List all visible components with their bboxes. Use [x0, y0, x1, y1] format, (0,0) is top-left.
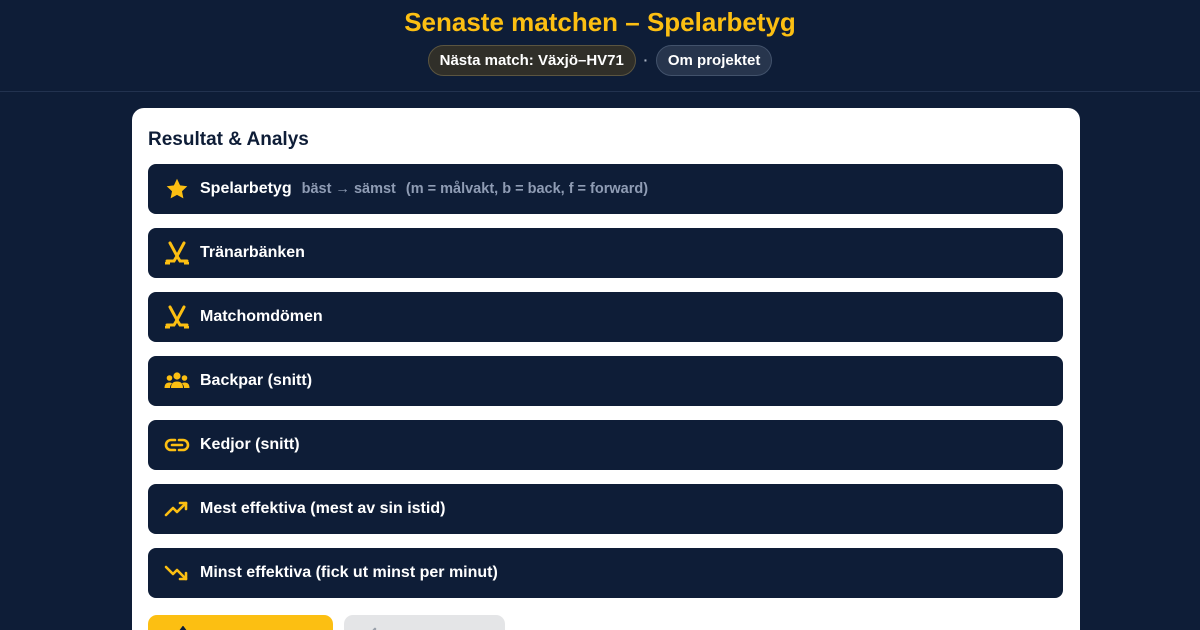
section-player-ratings[interactable]: Spelarbetyg bäst → sämst (m = målvakt, b… [148, 164, 1063, 214]
section-label: Matchomdömen [200, 308, 323, 325]
page-title: Senaste matchen – Spelarbetyg [404, 7, 796, 37]
page-header: Senaste matchen – Spelarbetyg Nästa matc… [0, 0, 1200, 92]
hockey-sticks-icon [164, 240, 190, 266]
section-sublabel: bäst → sämst [301, 181, 396, 197]
card-title: Resultat & Analys [148, 129, 309, 150]
trending-down-icon [164, 560, 190, 586]
separator-dot: · [643, 52, 649, 68]
secondary-action-button[interactable] [344, 615, 505, 630]
primary-action-button[interactable] [148, 615, 333, 630]
section-legend: (m = målvakt, b = back, f = forward) [405, 181, 649, 197]
header-nav: Nästa match: Växjö–HV71 · Om projektet [0, 44, 1200, 76]
results-card: Resultat & Analys Spelarbetyg bäst → säm… [132, 108, 1080, 630]
section-label: Tränarbänken [200, 244, 305, 261]
section-match-verdicts[interactable]: Matchomdömen [148, 292, 1063, 342]
action-icon [366, 625, 384, 630]
action-icon [174, 625, 192, 630]
trending-up-icon [164, 496, 190, 522]
section-most-effective[interactable]: Mest effektiva (mest av sin istid) [148, 484, 1063, 534]
section-least-effective[interactable]: Minst effektiva (fick ut minst per minut… [148, 548, 1063, 598]
group-icon [164, 368, 190, 394]
section-coach-bench[interactable]: Tränarbänken [148, 228, 1063, 278]
section-label: Backpar (snitt) [200, 372, 313, 389]
section-label: Mest effektiva (mest av sin istid) [200, 500, 446, 517]
section-label: Kedjor (snitt) [200, 436, 300, 453]
section-label: Spelarbetyg [200, 180, 292, 197]
star-icon [164, 176, 190, 202]
link-icon [164, 432, 190, 458]
section-defense-pairs[interactable]: Backpar (snitt) [148, 356, 1063, 406]
section-label: Minst effektiva (fick ut minst per minut… [200, 564, 498, 581]
hockey-sticks-icon [164, 304, 190, 330]
next-match-button[interactable]: Nästa match: Växjö–HV71 [427, 44, 636, 76]
section-lines[interactable]: Kedjor (snitt) [148, 420, 1063, 470]
about-project-button[interactable]: Om projektet [655, 44, 773, 76]
